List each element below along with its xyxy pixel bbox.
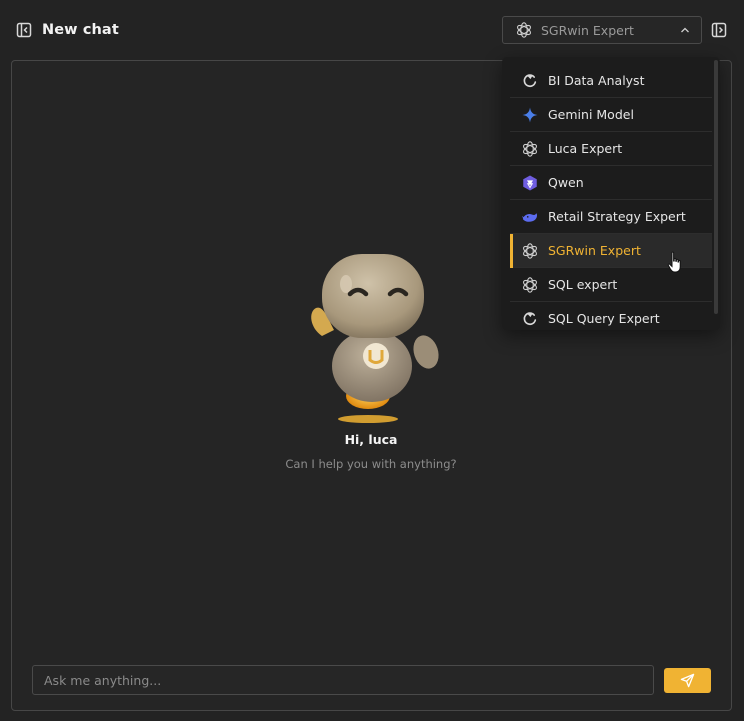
robot-mascot-image — [311, 254, 439, 423]
whale-icon — [521, 212, 538, 222]
page-title: New chat — [42, 22, 119, 38]
model-option-label: SQL Query Expert — [548, 311, 660, 326]
model-option-label: Gemini Model — [548, 107, 634, 122]
sidebar-collapse-icon[interactable] — [16, 22, 32, 38]
model-option-label: Qwen — [548, 175, 584, 190]
model-option-sql-expert[interactable]: SQL expert — [510, 268, 712, 302]
openai-icon — [521, 276, 539, 293]
gemini-sparkle-icon — [522, 107, 538, 122]
model-option-luca-expert[interactable]: Luca Expert — [510, 132, 712, 166]
model-option-qwen[interactable]: Qwen — [510, 166, 712, 200]
model-option-gemini-model[interactable]: Gemini Model — [510, 98, 712, 132]
model-option-bi-data-analyst[interactable]: BI Data Analyst — [510, 64, 712, 98]
model-selector-value: SGRwin Expert — [541, 22, 634, 38]
openai-icon — [515, 22, 533, 38]
model-selector[interactable]: SGRwin Expert — [502, 16, 702, 44]
greeting-heading: Hi, luca — [344, 432, 398, 447]
model-option-sql-query-expert[interactable]: SQL Query Expert — [510, 302, 712, 330]
model-option-sgrwin-expert[interactable]: SGRwin Expert — [510, 234, 712, 268]
model-option-retail-strategy-expert[interactable]: Retail Strategy Expert — [510, 200, 712, 234]
sidebar-expand-icon[interactable] — [711, 22, 727, 38]
openai-icon — [521, 242, 539, 259]
loop-icon — [523, 311, 537, 325]
openai-icon — [521, 140, 539, 157]
model-option-label: Luca Expert — [548, 141, 623, 156]
app-window: New chat SGRwin Expert Hi, luca Can I he… — [0, 0, 744, 721]
model-option-label: Retail Strategy Expert — [548, 209, 686, 224]
model-option-label: SQL expert — [548, 277, 618, 292]
send-button[interactable] — [664, 668, 711, 693]
greeting-subtext: Can I help you with anything? — [285, 457, 457, 471]
model-list: BI Data Analyst Gemini Model Luca Expert… — [510, 64, 712, 330]
chat-input[interactable] — [32, 665, 654, 695]
send-icon — [680, 673, 695, 688]
loop-icon — [523, 73, 537, 87]
dropdown-scrollbar[interactable] — [714, 60, 718, 314]
chevron-up-icon — [681, 27, 689, 33]
model-dropdown: BI Data Analyst Gemini Model Luca Expert… — [502, 57, 720, 330]
model-option-label: BI Data Analyst — [548, 73, 645, 88]
qwen-icon — [522, 174, 538, 191]
model-option-label: SGRwin Expert — [548, 243, 641, 258]
header: New chat — [16, 20, 119, 40]
